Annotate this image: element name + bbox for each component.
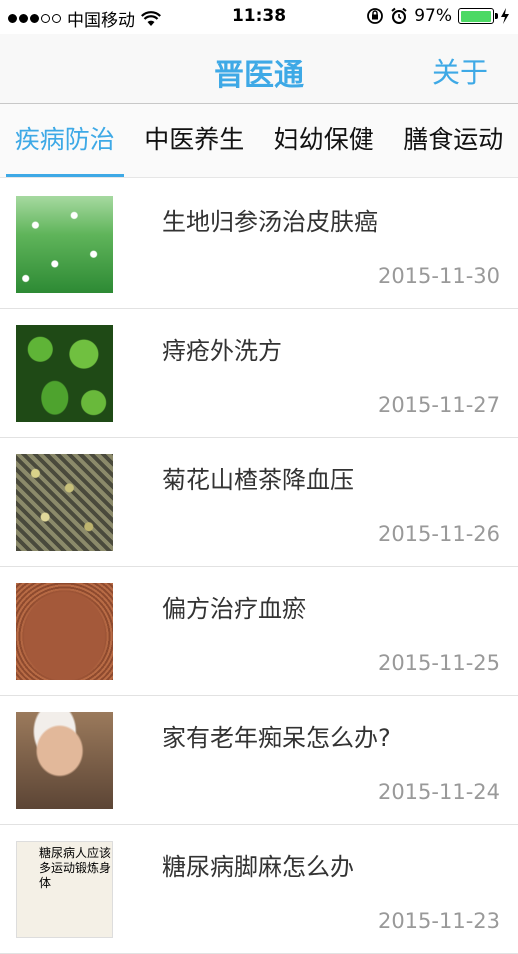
battery-icon [458,8,494,24]
article-date: 2015-11-26 [378,522,500,546]
tab-tcm-wellness[interactable]: 中医养生 [130,104,260,177]
article-thumbnail: 糖尿病人应该多运动锻炼身体 [16,841,113,938]
article-thumbnail [16,454,113,551]
nav-bar: 晋医通 关于 [0,34,518,104]
rotation-lock-icon [366,7,384,25]
article-title: 痔疮外洗方 [162,331,282,366]
tab-diet-exercise[interactable]: 膳食运动 [389,104,518,177]
charging-icon [500,8,510,24]
about-button[interactable]: 关于 [432,51,488,91]
article-thumbnail [16,196,113,293]
status-bar: 中国移动 11:38 97% [0,0,518,34]
article-date: 2015-11-27 [378,393,500,417]
article-thumbnail [16,712,113,809]
status-right: 97% [366,6,510,26]
category-tabs: 疾病防治 中医养生 妇幼保健 膳食运动 [0,104,518,178]
list-item[interactable]: 家有老年痴呆怎么办? 2015-11-24 [0,696,518,825]
article-title: 糖尿病脚麻怎么办 [162,847,354,882]
article-title: 生地归参汤治皮肤癌 [162,202,378,237]
list-item[interactable]: 偏方治疗血瘀 2015-11-25 [0,567,518,696]
list-item[interactable]: 生地归参汤治皮肤癌 2015-11-30 [0,180,518,309]
article-thumbnail [16,325,113,422]
list-item[interactable]: 糖尿病人应该多运动锻炼身体 糖尿病脚麻怎么办 2015-11-23 [0,825,518,954]
article-title: 偏方治疗血瘀 [162,589,306,624]
tab-maternal-child-health[interactable]: 妇幼保健 [259,104,389,177]
battery-percent: 97% [414,6,452,26]
article-title: 家有老年痴呆怎么办? [162,718,391,753]
article-date: 2015-11-23 [378,909,500,933]
article-date: 2015-11-24 [378,780,500,804]
article-date: 2015-11-25 [378,651,500,675]
thumbnail-caption: 糖尿病人应该多运动锻炼身体 [17,842,112,891]
article-date: 2015-11-30 [378,264,500,288]
article-thumbnail [16,583,113,680]
tab-disease-prevention[interactable]: 疾病防治 [0,104,130,177]
alarm-icon [390,7,408,25]
article-title: 菊花山楂茶降血压 [162,460,354,495]
list-item[interactable]: 菊花山楂茶降血压 2015-11-26 [0,438,518,567]
article-list: 生地归参汤治皮肤癌 2015-11-30 痔疮外洗方 2015-11-27 菊花… [0,180,518,954]
list-item[interactable]: 痔疮外洗方 2015-11-27 [0,309,518,438]
